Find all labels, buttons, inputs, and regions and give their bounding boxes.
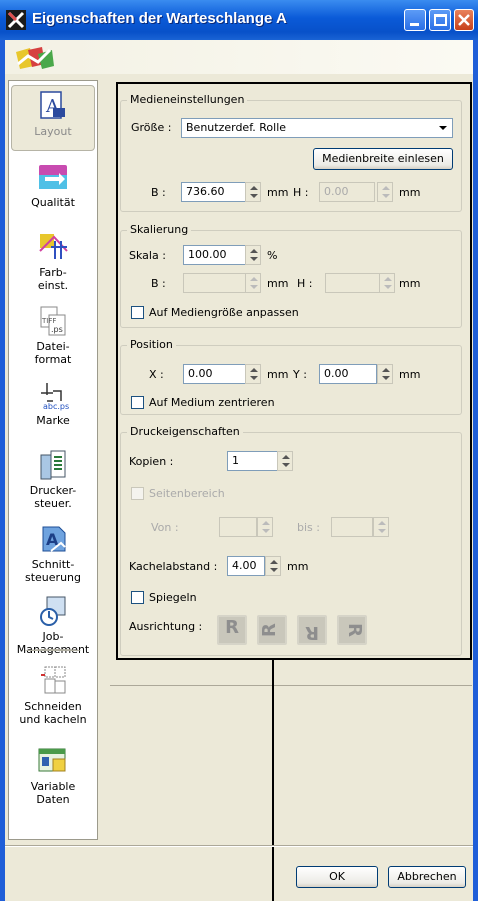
close-icon xyxy=(458,14,470,26)
window-title: Eigenschaften der Warteschlange A xyxy=(32,10,287,27)
window-frame-right xyxy=(473,40,478,901)
sidebar-item-label: Variable Daten xyxy=(30,780,76,806)
banner xyxy=(5,40,473,74)
close-button[interactable] xyxy=(454,9,474,31)
cut-and-tile-icon xyxy=(41,666,66,694)
ok-button[interactable]: OK xyxy=(296,866,378,888)
title-bar[interactable]: Eigenschaften der Warteschlange A xyxy=(0,0,478,40)
color-settings-icon xyxy=(39,234,68,259)
printer-control-icon xyxy=(40,450,66,480)
sidebar-item-quality[interactable]: Qualität xyxy=(9,161,97,221)
svg-text:TIFF: TIFF xyxy=(41,317,56,325)
sidebar-item-printer-control[interactable]: Drucker- steuer. xyxy=(9,449,97,513)
svg-text:abc.ps: abc.ps xyxy=(43,402,69,411)
footer-separator xyxy=(5,845,473,847)
sidebar-item-layout[interactable]: A Layout xyxy=(11,85,95,151)
svg-text:.ps: .ps xyxy=(51,325,63,334)
sidebar-item-label: Schnitt- steuerung xyxy=(25,558,81,584)
brand-logo xyxy=(16,47,54,69)
sidebar-item-label: Farb- einst. xyxy=(37,266,69,292)
sidebar-item-label: Qualität xyxy=(31,196,75,209)
sidebar-separator xyxy=(25,649,81,653)
sidebar-item-cut-control[interactable]: A Schnitt- steuerung xyxy=(9,523,97,587)
minimize-icon xyxy=(410,23,419,26)
sidebar-item-file-format[interactable]: TIFF .ps Datei- format xyxy=(9,305,97,369)
cut-control-icon: A xyxy=(42,526,66,552)
category-sidebar: A Layout Qualität Farb- einst. TIFF .ps D… xyxy=(8,80,98,840)
callout-leader-line xyxy=(272,659,274,901)
sidebar-item-mark[interactable]: abc.ps Marke xyxy=(9,379,97,439)
app-icon xyxy=(6,10,26,30)
sidebar-item-label: Layout xyxy=(34,125,72,138)
sidebar-item-label: Datei- format xyxy=(34,340,72,366)
job-management-icon xyxy=(40,596,66,626)
maximize-icon xyxy=(434,14,447,26)
sidebar-item-variable-data[interactable]: Variable Daten xyxy=(9,745,97,815)
cancel-button[interactable]: Abbrechen xyxy=(388,866,466,888)
sidebar-item-job-management[interactable]: Job- Management xyxy=(9,595,97,656)
sidebar-item-label: Marke xyxy=(36,414,70,427)
sidebar-item-cut-and-tile[interactable]: Schneiden und kacheln xyxy=(9,665,97,735)
maximize-button[interactable] xyxy=(429,9,451,31)
callout-frame xyxy=(116,82,472,660)
minimize-button[interactable] xyxy=(404,9,426,31)
sidebar-item-label: Drucker- steuer. xyxy=(29,484,77,510)
mark-icon: abc.ps xyxy=(41,383,69,411)
properties-window: Eigenschaften der Warteschlange A A Layo… xyxy=(0,0,478,901)
sidebar-item-color-settings[interactable]: Farb- einst. xyxy=(9,231,97,295)
quality-icon xyxy=(39,165,67,189)
file-format-icon: TIFF.ps xyxy=(40,306,66,336)
sidebar-item-label: Schneiden und kacheln xyxy=(19,700,87,726)
content-bottom-edge xyxy=(110,683,472,686)
layout-icon: A xyxy=(40,91,65,119)
variable-data-icon xyxy=(38,748,66,772)
